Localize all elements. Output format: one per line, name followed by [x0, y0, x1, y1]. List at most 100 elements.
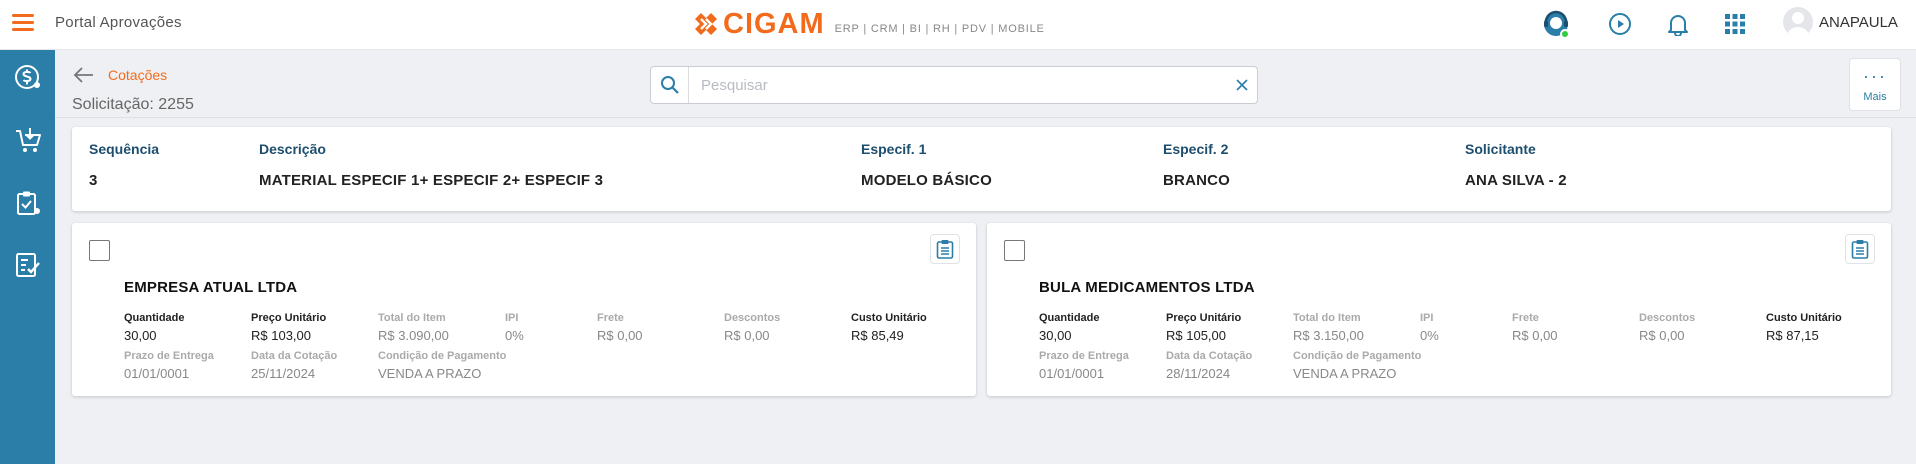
search-input[interactable]	[689, 68, 1227, 102]
field-label: Quantidade	[124, 312, 185, 324]
select-quote-checkbox[interactable]	[89, 240, 110, 261]
app-title: Portal Aprovações	[55, 14, 182, 31]
field-label: Descontos	[1639, 312, 1696, 324]
field-label: Preço Unitário	[1166, 312, 1242, 324]
avatar	[1783, 7, 1813, 37]
field-value: R$ 105,00	[1166, 328, 1226, 343]
select-quote-checkbox[interactable]	[1004, 240, 1025, 261]
info-value: ANA SILVA - 2	[1465, 172, 1567, 189]
top-bar: Portal Aprovações CIGAM ERP | CRM | BI |…	[0, 0, 1916, 50]
clipboard-list-icon	[1851, 240, 1869, 259]
field-label: Data da Cotação	[251, 350, 338, 362]
cigam-logo: CIGAM ERP | CRM | BI | RH | PDV | MOBILE	[693, 8, 1045, 40]
field-data-cotacao: Data da Cotação 28/11/2024	[1166, 350, 1252, 381]
cart-download-icon	[16, 128, 41, 152]
search-bar	[650, 66, 1258, 104]
sidebar-item-purchases[interactable]	[13, 125, 43, 155]
info-especif-2: Especif. 2 BRANCO	[1163, 141, 1230, 189]
field-label: Custo Unitário	[1766, 312, 1842, 324]
field-value: 30,00	[1039, 328, 1072, 343]
sidebar-item-approvals[interactable]	[13, 188, 43, 218]
field-descontos: Descontos R$ 0,00	[1639, 312, 1695, 343]
field-data-cotacao: Data da Cotação 25/11/2024	[251, 350, 337, 381]
search-icon[interactable]	[651, 67, 689, 103]
field-ipi: IPI 0%	[1420, 312, 1439, 343]
sidebar-item-checklist[interactable]	[13, 250, 43, 280]
field-value: 30,00	[124, 328, 157, 343]
header-divider	[55, 117, 1916, 118]
field-value: VENDA A PRAZO	[378, 366, 482, 381]
online-status-dot	[1560, 29, 1570, 39]
field-total-item: Total do Item R$ 3.150,00	[1293, 312, 1364, 343]
field-ipi: IPI 0%	[505, 312, 524, 343]
field-label: Frete	[597, 312, 624, 324]
logo-tagline: ERP | CRM | BI | RH | PDV | MOBILE	[834, 23, 1045, 35]
breadcrumb-cotacoes[interactable]: Cotações	[108, 67, 167, 83]
apps-grid-icon[interactable]	[1721, 10, 1749, 38]
supplier-name: BULA MEDICAMENTOS LTDA	[1039, 279, 1255, 296]
field-label: Data da Cotação	[1166, 350, 1253, 362]
info-value: BRANCO	[1163, 172, 1231, 189]
field-label: Preço Unitário	[251, 312, 327, 324]
field-value: R$ 0,00	[1512, 328, 1558, 343]
field-value: 28/11/2024	[1166, 366, 1231, 381]
field-preco-unitario: Preço Unitário R$ 103,00	[251, 312, 326, 343]
clear-search-icon[interactable]	[1227, 78, 1257, 92]
logo-word: CIGAM	[723, 7, 825, 40]
info-label: Sequência	[89, 141, 160, 157]
sidebar-item-finance[interactable]	[13, 62, 43, 92]
dollar-circle-icon	[15, 65, 40, 89]
field-value: R$ 3.090,00	[378, 328, 449, 343]
play-circle-icon[interactable]	[1606, 10, 1634, 38]
bell-icon[interactable]	[1664, 10, 1692, 38]
support-agent-icon[interactable]	[1542, 10, 1570, 39]
field-frete: Frete R$ 0,00	[597, 312, 643, 343]
field-value: 01/01/0001	[124, 366, 190, 381]
checklist-icon	[16, 253, 40, 277]
field-value: 25/11/2024	[251, 366, 316, 381]
field-label: Condição de Pagamento	[378, 350, 507, 362]
field-custo-unitario: Custo Unitário R$ 87,15	[1766, 312, 1842, 343]
field-value: R$ 0,00	[724, 328, 770, 343]
field-label: IPI	[1420, 312, 1434, 324]
cigam-logo-icon	[695, 13, 717, 35]
back-arrow-icon[interactable]	[73, 64, 95, 86]
info-value: MODELO BÁSICO	[861, 172, 992, 189]
info-label: Descrição	[259, 141, 326, 157]
field-total-item: Total do Item R$ 3.090,00	[378, 312, 449, 343]
field-value: 0%	[1420, 328, 1439, 343]
quote-details-button[interactable]	[930, 234, 960, 264]
more-button[interactable]: ··· Mais	[1849, 58, 1901, 111]
field-value: 01/01/0001	[1039, 366, 1105, 381]
field-label: Prazo de Entrega	[124, 350, 214, 362]
menu-icon[interactable]	[12, 14, 34, 32]
field-value: 0%	[505, 328, 524, 343]
quote-card: BULA MEDICAMENTOS LTDA Quantidade 30,00 P…	[987, 223, 1891, 396]
info-solicitante: Solicitante ANA SILVA - 2	[1465, 141, 1567, 189]
field-value: R$ 3.150,00	[1293, 328, 1364, 343]
user-menu[interactable]: ANAPAULA	[1783, 7, 1898, 37]
quote-details-button[interactable]	[1845, 234, 1875, 264]
field-prazo-entrega: Prazo de Entrega 01/01/0001	[124, 350, 214, 381]
field-label: Descontos	[724, 312, 781, 324]
field-label: Total do Item	[1293, 312, 1361, 324]
field-value: R$ 87,15	[1766, 328, 1819, 343]
quote-card: EMPRESA ATUAL LTDA Quantidade 30,00 Preço…	[72, 223, 976, 396]
field-preco-unitario: Preço Unitário R$ 105,00	[1166, 312, 1241, 343]
user-name: ANAPAULA	[1819, 13, 1898, 31]
field-label: Frete	[1512, 312, 1539, 324]
info-sequencia: Sequência 3	[89, 141, 159, 189]
field-label: Prazo de Entrega	[1039, 350, 1129, 362]
page-subtitle: Solicitação: 2255	[72, 96, 194, 113]
clipboard-list-icon	[936, 240, 954, 259]
field-value: R$ 0,00	[597, 328, 643, 343]
field-condicao-pagamento: Condição de Pagamento VENDA A PRAZO	[378, 350, 506, 381]
field-frete: Frete R$ 0,00	[1512, 312, 1558, 343]
more-label: Mais	[1863, 91, 1887, 103]
field-value: R$ 0,00	[1639, 328, 1685, 343]
more-dots-icon: ···	[1863, 66, 1887, 86]
field-label: Quantidade	[1039, 312, 1100, 324]
field-prazo-entrega: Prazo de Entrega 01/01/0001	[1039, 350, 1129, 381]
info-value: 3	[89, 172, 98, 189]
info-label: Especif. 2	[1163, 141, 1229, 157]
